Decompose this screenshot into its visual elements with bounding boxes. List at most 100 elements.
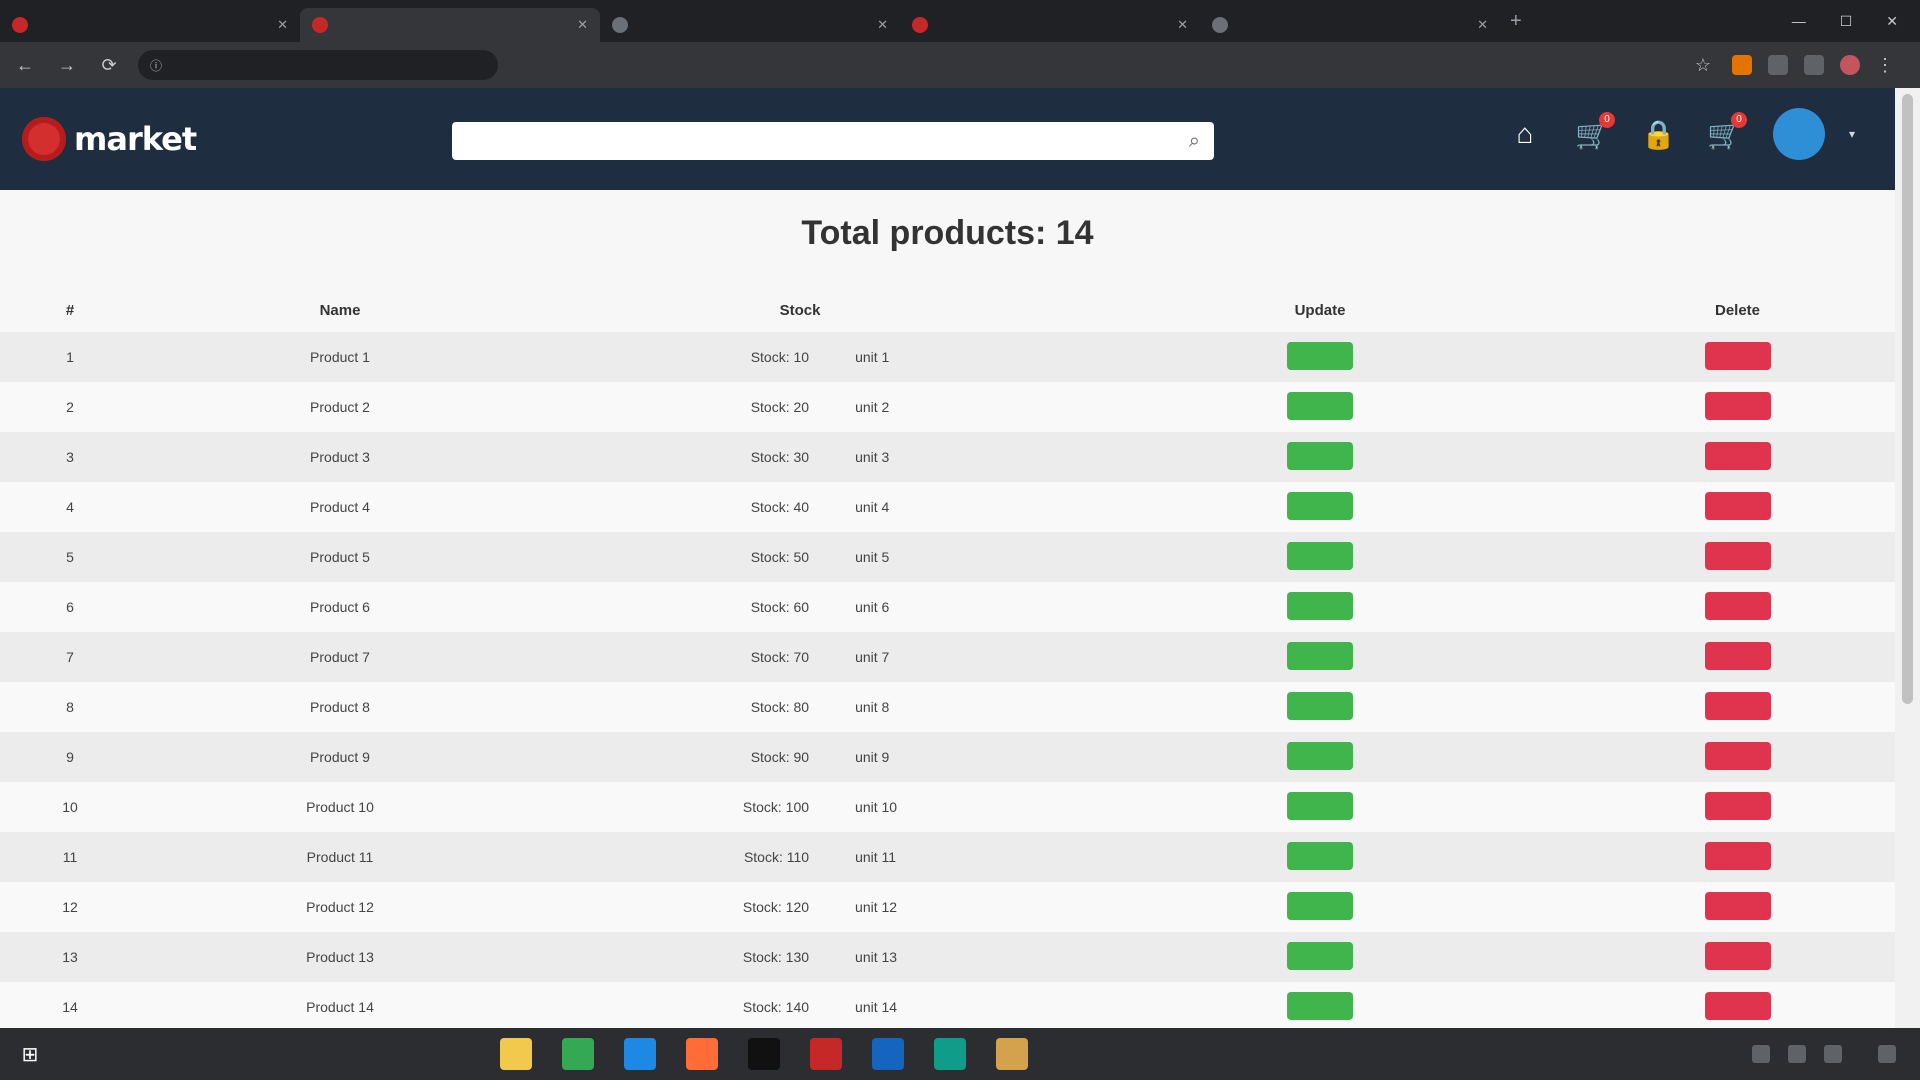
tab-close-icon[interactable]: ✕ <box>277 17 288 33</box>
update-button[interactable] <box>1287 591 1353 620</box>
delete-button[interactable] <box>1704 991 1771 1020</box>
delete-button[interactable] <box>1704 691 1771 720</box>
extensions-puzzle-icon[interactable] <box>1804 55 1824 75</box>
row-number: 9 <box>66 749 74 765</box>
update-cell <box>1060 632 1580 682</box>
cart-icon[interactable]: 🛒 0 <box>1575 111 1615 151</box>
row-number: 6 <box>66 599 74 615</box>
user-menu[interactable]: ▾ <box>1772 108 1855 160</box>
postman-icon[interactable] <box>686 1038 718 1070</box>
update-button[interactable] <box>1287 791 1353 820</box>
product-name: Product 12 <box>306 899 374 915</box>
tab-close-icon[interactable]: ✕ <box>1477 17 1488 33</box>
orders-icon[interactable]: 🛒 0 <box>1707 111 1747 151</box>
update-button[interactable] <box>1287 391 1353 420</box>
update-button[interactable] <box>1287 441 1353 470</box>
products-table: # Name Stock Update Delete 1 Product 1 Sto… <box>0 288 1895 1028</box>
search-icon[interactable]: ⌕ <box>1189 130 1200 153</box>
delete-button[interactable] <box>1704 841 1771 870</box>
reload-icon[interactable]: ⟳ <box>96 55 122 76</box>
update-button[interactable] <box>1287 341 1353 370</box>
scrollbar-thumb[interactable] <box>1902 94 1913 704</box>
tab-close-icon[interactable]: ✕ <box>1177 17 1188 33</box>
header-icons: ⌂ 🛒 0 🔒 🛒 0 ▾ <box>1509 108 1855 160</box>
update-button[interactable] <box>1287 541 1353 570</box>
address-bar[interactable]: ⓘ <box>138 50 498 80</box>
chrome-icon[interactable] <box>562 1038 594 1070</box>
tab-favicon-icon <box>912 17 928 33</box>
settings-icon[interactable] <box>872 1038 904 1070</box>
bookmark-star-icon[interactable]: ☆ <box>1690 55 1716 76</box>
page-scrollbar[interactable] <box>1895 88 1920 1028</box>
row-number: 10 <box>62 799 78 815</box>
vscode-icon[interactable] <box>624 1038 656 1070</box>
search-input[interactable] <box>466 133 1189 149</box>
delete-button[interactable] <box>1704 891 1771 920</box>
delete-button[interactable] <box>1704 491 1771 520</box>
network-icon[interactable] <box>1752 1045 1770 1063</box>
stock-value: Stock: 130 <box>742 949 810 965</box>
product-name: Product 13 <box>306 949 374 965</box>
browser-tab[interactable]: ✕ <box>0 8 300 42</box>
minimize-button[interactable]: — <box>1792 13 1806 30</box>
forward-arrow-icon[interactable]: → <box>54 55 80 76</box>
browser-menu-icon[interactable]: ⋮ <box>1876 55 1894 76</box>
delete-button[interactable] <box>1704 541 1771 570</box>
update-button[interactable] <box>1287 641 1353 670</box>
stock-unit: unit 9 <box>855 749 890 765</box>
logo[interactable]: market <box>22 117 197 161</box>
edge-icon[interactable] <box>934 1038 966 1070</box>
close-window-button[interactable]: ✕ <box>1886 13 1898 30</box>
extension-icon[interactable] <box>1732 55 1752 75</box>
extension-icon[interactable] <box>1768 55 1788 75</box>
delete-button[interactable] <box>1704 391 1771 420</box>
delete-button[interactable] <box>1704 641 1771 670</box>
browser-tab[interactable]: ✕ <box>1200 8 1500 42</box>
tab-close-icon[interactable]: ✕ <box>877 17 888 33</box>
delete-button[interactable] <box>1704 941 1771 970</box>
battery-icon[interactable] <box>1824 1045 1842 1063</box>
terminal-icon[interactable] <box>748 1038 780 1070</box>
volume-icon[interactable] <box>1788 1045 1806 1063</box>
tab-close-icon[interactable]: ✕ <box>577 17 588 33</box>
column-header-number: # <box>65 301 75 319</box>
column-header-name: Name <box>319 301 361 319</box>
browser-tab[interactable]: ✕ <box>900 8 1200 42</box>
delete-cell <box>1580 882 1895 932</box>
update-button[interactable] <box>1287 991 1353 1020</box>
lock-icon[interactable]: 🔒 <box>1641 118 1676 151</box>
start-button[interactable]: ⊞ <box>6 1028 54 1080</box>
update-button[interactable] <box>1287 891 1353 920</box>
new-tab-button[interactable]: + <box>1510 10 1522 33</box>
home-icon[interactable]: ⌂ <box>1509 118 1541 150</box>
notifications-icon[interactable] <box>1878 1045 1896 1063</box>
update-button[interactable] <box>1287 491 1353 520</box>
browser-tab-active[interactable]: ✕ <box>300 8 600 42</box>
stock-value: Stock: 30 <box>750 449 810 465</box>
file-explorer-icon[interactable] <box>500 1038 532 1070</box>
back-arrow-icon[interactable]: ← <box>12 55 38 76</box>
maximize-button[interactable]: ☐ <box>1840 13 1853 30</box>
delete-button[interactable] <box>1704 791 1771 820</box>
update-button[interactable] <box>1287 741 1353 770</box>
delete-cell <box>1580 682 1895 732</box>
delete-button[interactable] <box>1704 741 1771 770</box>
stock-value: Stock: 40 <box>750 499 810 515</box>
update-button[interactable] <box>1287 691 1353 720</box>
stock-unit: unit 4 <box>855 499 890 515</box>
delete-cell <box>1580 832 1895 882</box>
main-content: Total products: 14 # Name Stock Update D… <box>0 190 1895 1028</box>
opera-icon[interactable] <box>810 1038 842 1070</box>
delete-button[interactable] <box>1704 441 1771 470</box>
stock-value: Stock: 120 <box>742 899 810 915</box>
update-button[interactable] <box>1287 841 1353 870</box>
photos-icon[interactable] <box>996 1038 1028 1070</box>
product-name: Product 6 <box>310 599 370 615</box>
update-button[interactable] <box>1287 941 1353 970</box>
delete-button[interactable] <box>1704 591 1771 620</box>
delete-button[interactable] <box>1704 341 1771 370</box>
site-info-icon[interactable]: ⓘ <box>150 57 162 74</box>
browser-tab[interactable]: ✕ <box>600 8 900 42</box>
profile-avatar[interactable] <box>1840 55 1860 75</box>
update-cell <box>1060 332 1580 382</box>
